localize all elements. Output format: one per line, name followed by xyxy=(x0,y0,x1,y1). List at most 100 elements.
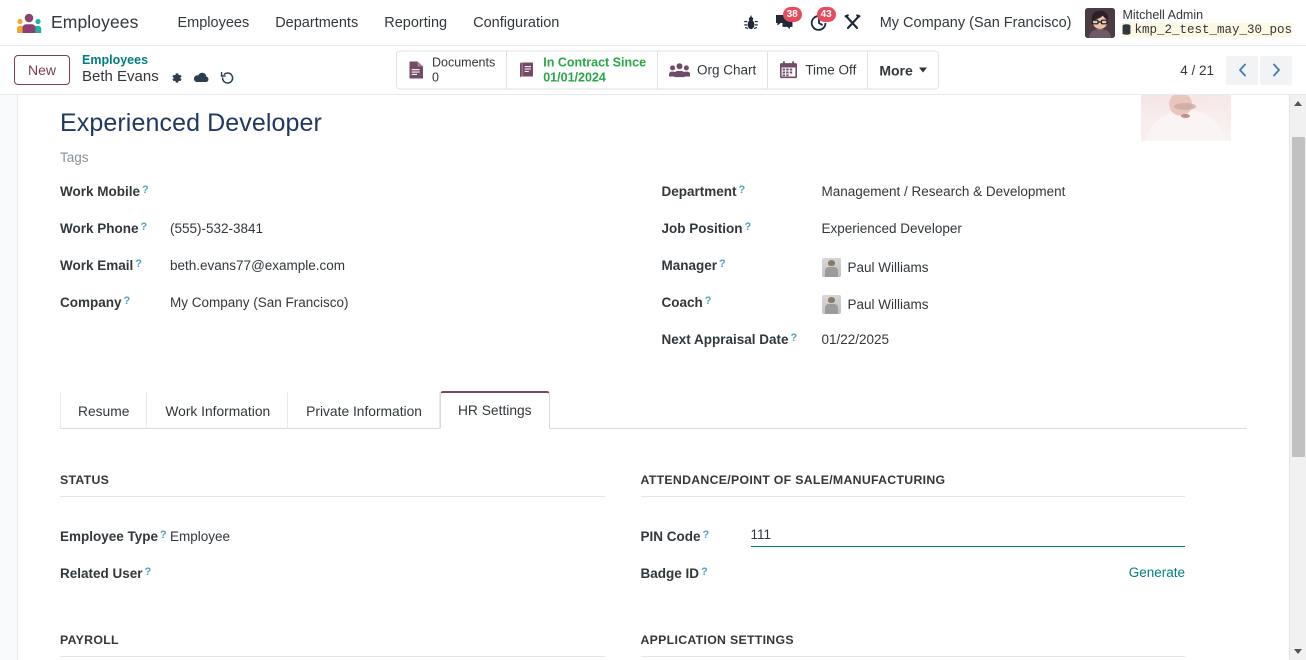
help-icon[interactable]: ? xyxy=(160,529,167,541)
help-icon[interactable]: ? xyxy=(703,529,710,541)
apps-tools-icon[interactable] xyxy=(836,6,870,40)
field-next-appraisal-date-label: Next Appraisal Date xyxy=(661,332,789,347)
smart-buttons: Documents 0 In Contract Since 01/01/2024 xyxy=(396,50,939,90)
help-icon[interactable]: ? xyxy=(791,332,798,344)
field-employee-type: Employee Type ? Employee xyxy=(60,517,605,554)
coach-avatar xyxy=(821,295,841,314)
tab-work-information[interactable]: Work Information xyxy=(147,392,289,429)
smart-button-more[interactable]: More xyxy=(868,51,938,89)
gear-icon[interactable] xyxy=(169,71,183,85)
tags-field-label[interactable]: Tags xyxy=(60,150,1247,165)
smart-button-org-chart[interactable]: Org Chart xyxy=(658,51,769,89)
menu-item-employees[interactable]: Employees xyxy=(164,9,262,37)
activities-clock-icon[interactable]: 43 xyxy=(802,6,836,40)
form-sheet: Experienced Developer Tags Work Mobile ? xyxy=(18,95,1289,660)
tab-resume[interactable]: Resume xyxy=(60,392,148,429)
help-icon[interactable]: ? xyxy=(701,566,708,578)
company-selector[interactable]: My Company (San Francisco) xyxy=(870,15,1082,31)
scroll-down-button[interactable] xyxy=(1290,643,1306,660)
field-pin-code: PIN Code ? xyxy=(640,517,1185,554)
field-badge-id: Badge ID ? Generate xyxy=(641,554,1186,591)
field-department: Department ? Management / Research & Dev… xyxy=(662,183,1248,220)
new-button[interactable]: New xyxy=(14,54,71,86)
field-coach-value-wrap[interactable]: Paul Williams xyxy=(821,294,929,314)
field-manager-value-wrap[interactable]: Paul Williams xyxy=(821,257,929,277)
help-icon[interactable]: ? xyxy=(745,221,752,233)
field-job-position: Job Position ? Experienced Developer xyxy=(662,220,1248,257)
messages-icon[interactable]: 38 xyxy=(768,6,802,40)
field-coach-value: Paul Williams xyxy=(847,297,929,312)
field-company-value[interactable]: My Company (San Francisco) xyxy=(170,294,349,310)
database-name-wrap: kmp_2_test_may_30_pos xyxy=(1122,22,1292,38)
employee-photo-image xyxy=(1141,95,1231,141)
avatar xyxy=(1085,7,1116,38)
tab-pane-hr-settings: STATUS Employee Type ? Employee Related … xyxy=(60,429,1247,660)
menu-item-configuration[interactable]: Configuration xyxy=(460,9,572,37)
hr-settings-right: ATTENDANCE/POINT OF SALE/MANUFACTURING P… xyxy=(633,473,1206,660)
user-menu[interactable]: Mitchell Admin kmp_2_test_may_30_pos xyxy=(1081,7,1292,38)
field-next-appraisal-date-value[interactable]: 01/22/2025 xyxy=(822,331,890,347)
help-icon[interactable]: ? xyxy=(135,258,142,270)
field-department-value[interactable]: Management / Research & Development xyxy=(822,183,1066,199)
field-work-email: Work Email ? beth.evans77@example.com xyxy=(60,257,654,294)
field-next-appraisal-date: Next Appraisal Date ? 01/22/2025 xyxy=(662,331,1248,368)
contract-book-icon xyxy=(518,61,536,79)
help-icon[interactable]: ? xyxy=(705,295,712,307)
help-icon[interactable]: ? xyxy=(739,184,746,196)
field-work-email-value[interactable]: beth.evans77@example.com xyxy=(170,257,345,273)
help-icon[interactable]: ? xyxy=(719,258,726,270)
pin-code-input[interactable] xyxy=(750,524,1185,547)
generate-badge-button[interactable]: Generate xyxy=(1129,565,1185,580)
field-employee-type-label: Employee Type xyxy=(60,528,159,544)
field-work-mobile: Work Mobile ? xyxy=(60,183,654,220)
scroll-up-button[interactable] xyxy=(1290,95,1306,112)
pager-previous-button[interactable] xyxy=(1226,55,1258,85)
scrollbar-thumb[interactable] xyxy=(1292,137,1305,457)
help-icon[interactable]: ? xyxy=(124,295,131,307)
control-panel: New Employees Beth Evans Documents 0 In … xyxy=(0,46,1306,95)
help-icon[interactable]: ? xyxy=(142,184,149,196)
field-work-mobile-label: Work Mobile xyxy=(60,184,141,199)
form-columns: Work Mobile ? Work Phone ? (555)-532-384… xyxy=(60,183,1247,368)
notebook: Resume Work Information Private Informat… xyxy=(60,390,1247,660)
hr-settings-left: STATUS Employee Type ? Employee Related … xyxy=(60,473,633,660)
navbar-right: 38 43 My Company (San Francisco) Mitchel… xyxy=(734,6,1296,40)
undo-discard-icon[interactable] xyxy=(220,71,235,85)
form-left-column: Work Mobile ? Work Phone ? (555)-532-384… xyxy=(60,183,654,368)
help-icon[interactable]: ? xyxy=(145,566,152,578)
employees-app-logo-icon xyxy=(16,12,42,34)
field-job-position-value[interactable]: Experienced Developer xyxy=(822,220,962,236)
tab-hr-settings[interactable]: HR Settings xyxy=(439,391,550,429)
smart-button-time-off[interactable]: Time Off xyxy=(768,51,869,89)
breadcrumb-parent-employees[interactable]: Employees xyxy=(82,53,235,68)
field-company: Company ? My Company (San Francisco) xyxy=(60,294,654,331)
help-icon[interactable]: ? xyxy=(141,221,148,233)
debug-bug-icon[interactable] xyxy=(734,6,768,40)
menu-item-departments[interactable]: Departments xyxy=(262,9,371,37)
vertical-scrollbar[interactable] xyxy=(1289,95,1306,660)
field-manager-label: Manager xyxy=(661,258,718,273)
brand[interactable]: Employees xyxy=(10,12,146,34)
cloud-upload-save-icon[interactable] xyxy=(193,71,210,85)
database-icon xyxy=(1122,24,1131,36)
smart-button-time-off-label: Time Off xyxy=(805,62,857,78)
menu-item-reporting[interactable]: Reporting xyxy=(371,9,460,37)
calendar-icon xyxy=(779,61,798,80)
employee-photo[interactable] xyxy=(1141,95,1231,141)
org-chart-people-icon xyxy=(669,62,691,78)
app-name: Employees xyxy=(51,12,139,32)
smart-button-org-chart-label: Org Chart xyxy=(697,62,757,78)
smart-button-in-contract-since[interactable]: In Contract Since 01/01/2024 xyxy=(507,51,659,89)
field-pin-code-label: PIN Code xyxy=(640,528,701,544)
section-payroll-title: PAYROLL xyxy=(60,633,605,657)
section-status-title: STATUS xyxy=(60,473,605,497)
pager: 4 / 21 xyxy=(1180,55,1292,85)
document-icon xyxy=(408,61,425,80)
pager-next-button[interactable] xyxy=(1260,55,1292,85)
field-employee-type-value[interactable]: Employee xyxy=(170,528,230,544)
tab-private-information[interactable]: Private Information xyxy=(288,392,440,429)
field-work-phone-value[interactable]: (555)-532-3841 xyxy=(170,220,263,236)
triangle-down-icon xyxy=(1294,649,1302,654)
smart-button-documents[interactable]: Documents 0 xyxy=(397,51,508,89)
